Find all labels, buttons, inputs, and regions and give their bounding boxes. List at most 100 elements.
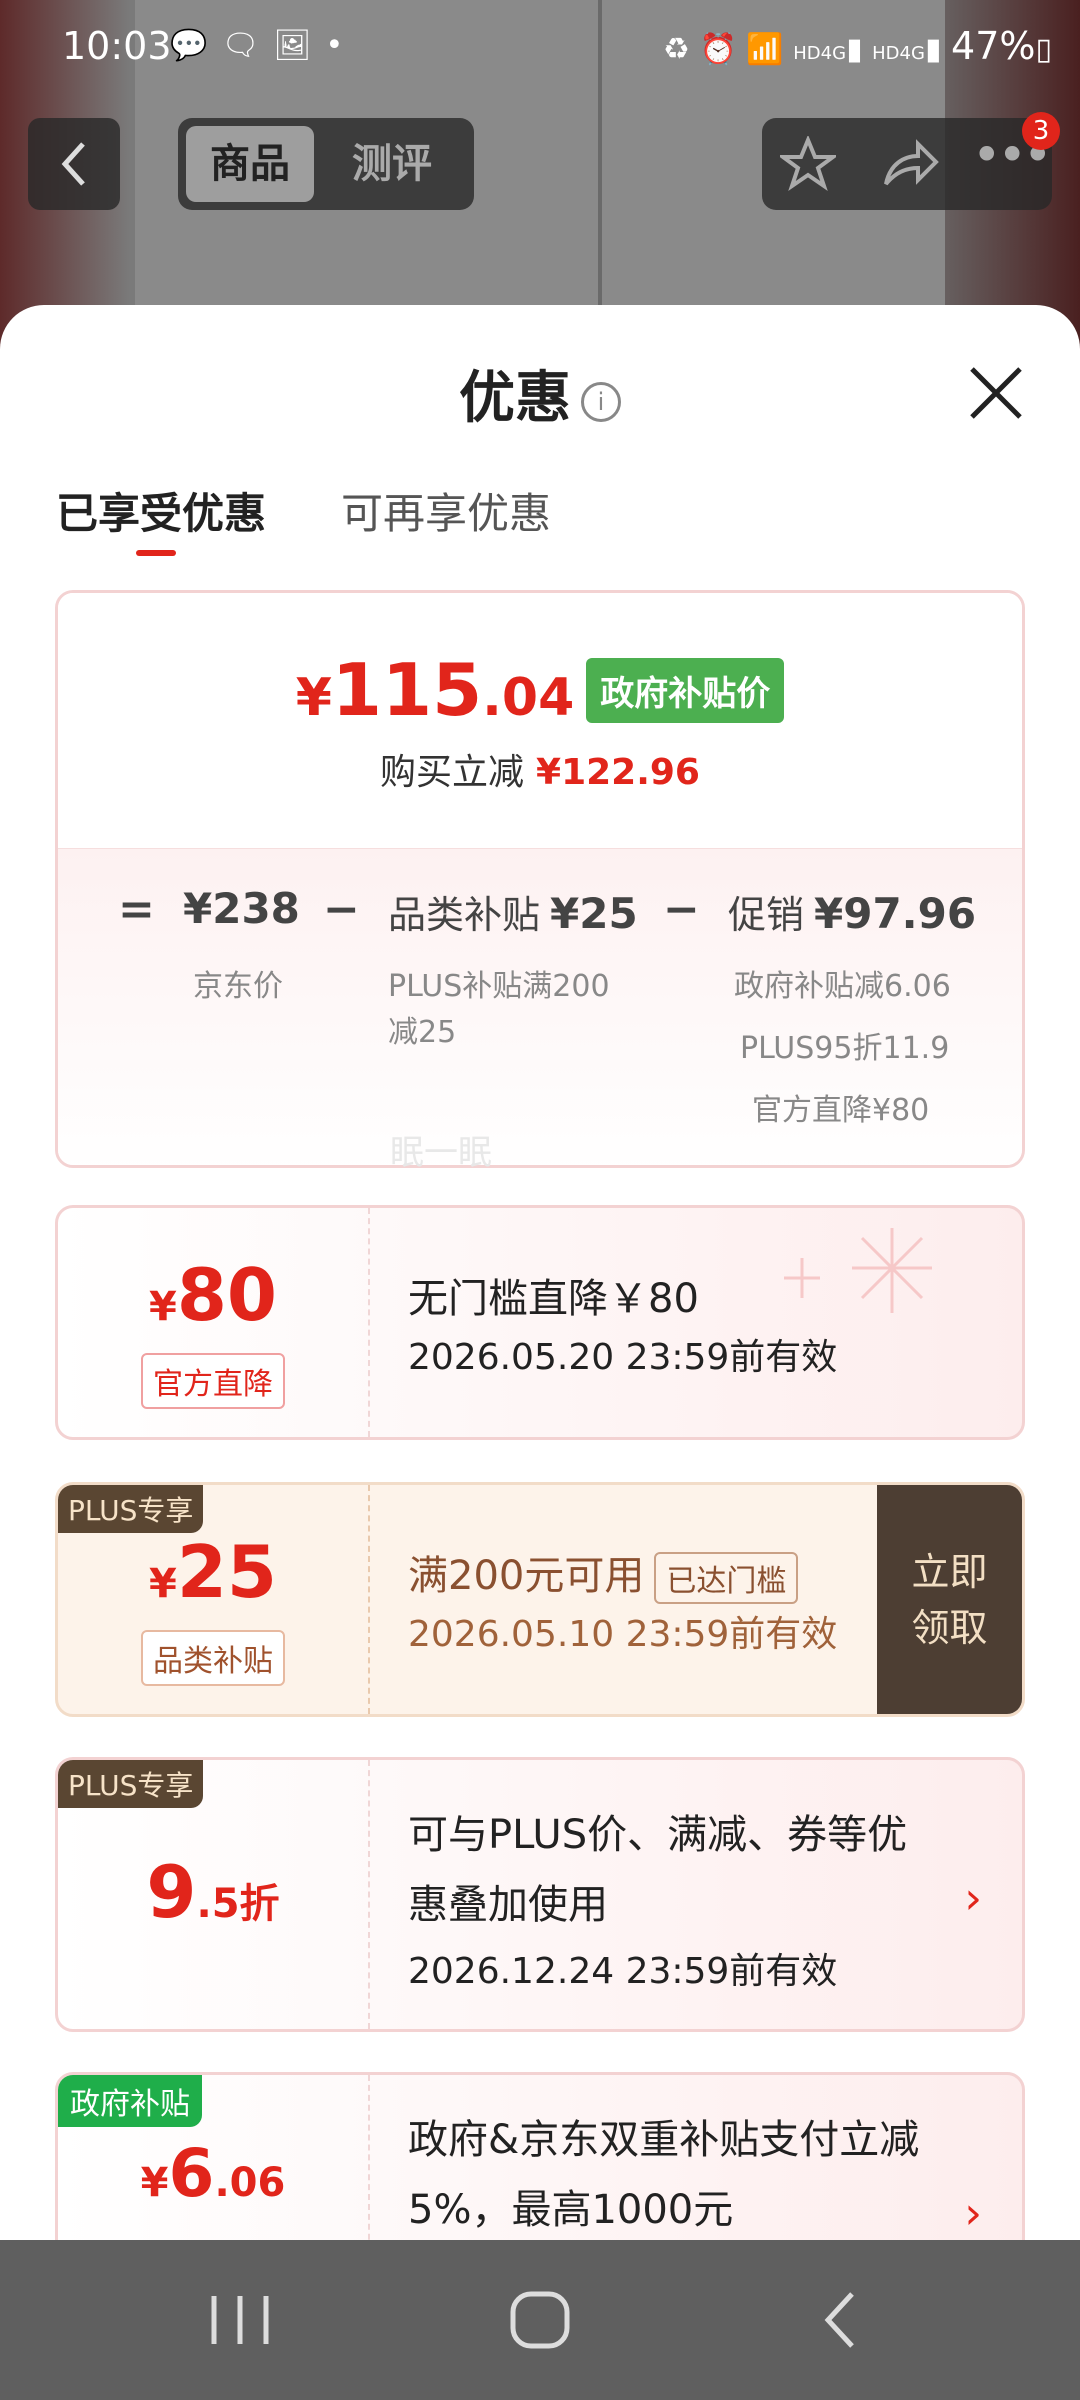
watermark: 眠一眠 [390, 1133, 492, 1173]
price-integer: 115 [331, 648, 483, 732]
coupon-amount: ¥25 [58, 1530, 368, 1614]
promotion-detail-3: 官方直降¥80 [752, 1093, 930, 1128]
discount-sheet: 优惠 i 已享受优惠 可再享优惠 ¥115.04 政府补贴价 购买立减 ¥122.96… [0, 305, 1080, 2240]
minus-sign: − [323, 884, 360, 935]
star-icon[interactable] [780, 136, 836, 192]
product-tab-switch: 商品 测评 [178, 118, 474, 210]
close-icon[interactable] [966, 363, 1026, 423]
coupon-divider [368, 1208, 370, 1437]
reduction-label: 购买立减 [380, 752, 525, 793]
notification-icons: 💬🗨🖼• [170, 28, 357, 63]
signal-icon: ▮ [846, 32, 863, 67]
promotion-detail-2: PLUS95折11.9 [740, 1031, 950, 1066]
minus-sign-2: − [663, 884, 700, 935]
notification-badge: 3 [1022, 112, 1060, 150]
coupon-value-section: ¥25 品类补贴 [58, 1485, 368, 1714]
gallery-icon: 🖼 [273, 28, 326, 63]
final-price-row: ¥115.04 政府补贴价 [58, 648, 1022, 732]
category-subsidy: 品类补贴 ¥25 [388, 884, 638, 939]
status-bar: 10:03 💬🗨🖼• ♻ ⏰ 📶 HD4G▮ HD4G▮ 47%▯ [0, 0, 1080, 100]
coupon-amount-value: 25 [176, 1530, 278, 1614]
price-currency: ¥ [295, 668, 332, 728]
back-button[interactable] [28, 118, 120, 210]
coupon-divider [368, 1485, 370, 1714]
coupon-official-discount[interactable]: ¥80 官方直降 无门槛直降￥80 2026.05.20 23:59前有效 [55, 1205, 1025, 1440]
coupon-value-section: 9.5折 [58, 1760, 368, 2029]
tab-product[interactable]: 商品 [186, 126, 314, 202]
battery-icon: ▯ [1035, 32, 1052, 67]
battery-saver-icon: ♻ [663, 32, 690, 67]
price-decimal: .04 [482, 668, 575, 728]
coupon-amount: ¥80 [58, 1253, 368, 1337]
purchase-reduction: 购买立减 ¥122.96 [58, 743, 1022, 795]
coupon-title: 满200元可用 已达门槛 [408, 1543, 799, 1604]
coupon-amount-value: 80 [176, 1253, 278, 1337]
chevron-left-icon [61, 142, 85, 186]
coupon-amount: 9.5折 [58, 1850, 368, 1934]
coupon-detail-section: 政府&京东双重补贴支付立减5%，最高1000元 [408, 2075, 1022, 2240]
equals-sign: = [118, 884, 155, 935]
chevron-right-icon: › [964, 2188, 982, 2239]
coupon-currency: ¥ [148, 1284, 177, 1330]
coupon-amount-value: 6 [168, 2135, 215, 2212]
coupon-currency: ¥ [140, 2160, 169, 2206]
network-4g-label-2: 4G [899, 43, 925, 64]
network-4g-label: 4G [820, 43, 847, 64]
coupon-title: 无门槛直降￥80 [408, 1276, 699, 1322]
network-hd-label: HD [793, 43, 821, 64]
promotion-label: 促销 [728, 893, 805, 937]
coupon-amount-decimal: .5折 [196, 1881, 280, 1927]
coupon-gov-subsidy[interactable]: 政府补贴 ¥6.06 政府&京东双重补贴支付立减5%，最高1000元 › [55, 2072, 1025, 2240]
coupon-value-section: ¥80 官方直降 [58, 1208, 368, 1437]
gov-subsidy-price-tag: 政府补贴价 [586, 657, 785, 723]
final-price-section: ¥115.04 政府补贴价 购买立减 ¥122.96 [58, 593, 1022, 848]
coupon-type-chip: 官方直降 [58, 1353, 368, 1409]
nav-actions: ••• 3 [762, 112, 1060, 210]
price-summary-card: ¥115.04 政府补贴价 购买立减 ¥122.96 = ¥238 京东价 − 品类… [55, 590, 1025, 1168]
wifi-icon: 📶 [746, 32, 784, 67]
status-time: 10:03 [62, 24, 172, 68]
back-nav-icon[interactable] [800, 2290, 880, 2350]
coupon-amount: ¥6.06 [58, 2135, 368, 2212]
sheet-title-text: 优惠 [459, 366, 571, 431]
system-icons: ♻ ⏰ 📶 HD4G▮ HD4G▮ 47%▯ [663, 24, 1052, 68]
share-icon[interactable] [880, 136, 940, 192]
battery-level: 47% [951, 24, 1036, 68]
signal-icon-2: ▮ [924, 32, 942, 67]
info-icon[interactable]: i [581, 381, 621, 422]
coupon-title: 政府&京东双重补贴支付立减5%，最高1000元 [408, 2117, 920, 2233]
coupon-value-section: ¥6.06 [58, 2075, 368, 2240]
chevron-right-icon: › [964, 1872, 982, 1924]
tab-review[interactable]: 测评 [328, 126, 456, 202]
system-navigation-bar [0, 2240, 1080, 2400]
alarm-icon: ⏰ [699, 32, 737, 67]
coupon-detail-section: 可与PLUS价、满减、券等优惠叠加使用 2026.12.24 23:59前有效 [408, 1760, 1022, 2029]
promotion-value: ¥97.96 [814, 889, 977, 938]
coupon-divider [368, 2075, 370, 2240]
coupon-plus-discount[interactable]: PLUS专享 9.5折 可与PLUS价、满减、券等优惠叠加使用 2026.12.… [55, 1757, 1025, 2032]
tab-indicator [136, 550, 176, 556]
coupon-amount-decimal: .06 [214, 2160, 286, 2206]
category-subsidy-detail-1: PLUS补贴满200 [388, 969, 610, 1004]
claim-coupon-button[interactable]: 立即 领取 [877, 1485, 1022, 1714]
promotion: 促销 ¥97.96 [728, 884, 976, 939]
recent-apps-icon[interactable] [200, 2290, 280, 2350]
coupon-amount-value: 9 [146, 1850, 197, 1934]
coupon-category-subsidy: PLUS专享 ¥25 品类补贴 满200元可用 已达门槛 2026.05.10 2… [55, 1482, 1025, 1717]
product-top-nav: 商品 测评 ••• 3 [28, 112, 1060, 210]
home-icon[interactable] [500, 2290, 580, 2350]
coupon-expiry: 2026.12.24 23:59前有效 [408, 1951, 838, 1992]
fireworks-decoration [784, 1228, 932, 1313]
category-subsidy-detail-2: 减25 [388, 1015, 457, 1050]
coupon-title: 可与PLUS价、满减、券等优惠叠加使用 [408, 1812, 908, 1928]
coupon-type-chip: 品类补贴 [58, 1630, 368, 1686]
reduction-amount: ¥122.96 [536, 752, 700, 793]
price-breakdown: = ¥238 京东价 − 品类补贴 ¥25 PLUS补贴满200 减25 − 促销… [58, 848, 1022, 1165]
tab-enjoyed-discounts[interactable]: 已享受优惠 [56, 480, 266, 541]
coupon-divider [368, 1760, 370, 2029]
category-subsidy-label: 品类补贴 [388, 893, 541, 937]
tab-more-discounts[interactable]: 可再享优惠 [341, 480, 551, 541]
promotion-detail-1: 政府补贴减6.06 [734, 969, 951, 1004]
jd-price-label: 京东价 [193, 969, 283, 1004]
dot-icon: • [325, 28, 358, 63]
